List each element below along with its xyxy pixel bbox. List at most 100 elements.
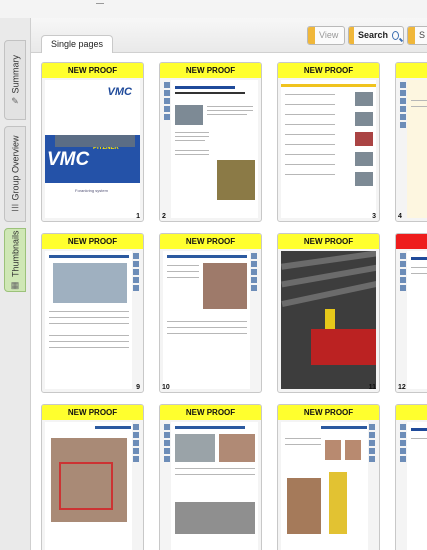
text-line (285, 94, 335, 95)
text-line (49, 323, 129, 324)
page-preview (399, 422, 427, 550)
page-side-strip (399, 422, 407, 550)
photo-detail (311, 329, 376, 365)
cover-photo: VMC PITZNER (45, 135, 140, 183)
text-line (175, 150, 209, 151)
page-preview (45, 251, 140, 389)
thumbnail-page-1[interactable]: NEW PROOF VMC VMC PITZNER Forankring sys… (41, 62, 144, 222)
text-line (207, 114, 247, 115)
text-line (411, 438, 427, 439)
thumbnail-page-row3-2[interactable]: NEW PROOF (159, 404, 262, 550)
thumbnail-page-12[interactable]: CO 12 (395, 233, 427, 393)
page-number: 1 (136, 213, 140, 220)
status-banner: NEW PROOF (42, 234, 143, 249)
thumbnail-page-row3-4[interactable]: NE (395, 404, 427, 550)
top-bar (0, 0, 427, 19)
page-side-strip (132, 422, 140, 550)
search-button-label: Search (357, 30, 389, 40)
tab-summary[interactable]: ✎ Summary (4, 40, 26, 120)
status-banner: NEW PROOF (278, 234, 379, 249)
search-button[interactable]: Search (348, 26, 404, 45)
thumbnail-page-9[interactable]: NEW PROOF 9 (41, 233, 144, 393)
heading-line (411, 257, 427, 260)
status-banner: NE (396, 405, 427, 420)
text-line (49, 347, 129, 348)
tab-thumbnails-label: Thumbnails (10, 230, 20, 278)
third-button-cap (408, 27, 415, 44)
page-preview (163, 251, 258, 389)
photo (175, 105, 203, 125)
page-preview (281, 422, 376, 550)
page-side-strip (399, 80, 407, 218)
status-banner: CO (396, 234, 427, 249)
main-panel: Single pages View Search S NEW PROOF VMC… (31, 18, 427, 550)
photo (345, 440, 361, 460)
third-toolbar-button[interactable]: S (407, 26, 427, 45)
tab-single-pages[interactable]: Single pages (41, 35, 114, 53)
tab-thumbnails[interactable]: ▦ Thumbnails (4, 228, 26, 292)
text-line (49, 335, 129, 336)
group-icon: ☰ (10, 203, 20, 214)
photo (355, 132, 373, 146)
page-number: 4 (398, 213, 402, 220)
text-line (411, 100, 427, 101)
text-line (49, 341, 129, 342)
status-banner: NEW PROOF (160, 234, 261, 249)
text-line (175, 140, 205, 141)
text-line (285, 114, 335, 115)
text-line (207, 106, 253, 107)
status-banner: NE (396, 63, 427, 78)
cover-footer: Forankring system (75, 188, 108, 193)
text-line (285, 134, 335, 135)
text-line (49, 311, 129, 312)
page-number: 12 (398, 384, 406, 391)
page-side-strip (368, 422, 376, 550)
text-line (167, 271, 199, 272)
page-preview (163, 80, 258, 218)
page-side-strip (163, 80, 171, 218)
page-preview (281, 80, 376, 218)
page-preview (163, 422, 258, 550)
text-line (411, 106, 427, 107)
text-line (167, 265, 199, 266)
cover-brand: VMC (47, 149, 90, 170)
photo (355, 152, 373, 166)
tab-group-overview-label: Group Overview (10, 135, 20, 201)
heading-line (175, 92, 245, 94)
text-line (175, 154, 209, 155)
photo (355, 172, 373, 186)
status-banner: NEW PROOF (42, 63, 143, 78)
view-button-label: View (319, 30, 339, 40)
photo (329, 472, 347, 534)
thumbnail-grid: NEW PROOF VMC VMC PITZNER Forankring sys… (31, 52, 427, 550)
photo (219, 434, 255, 462)
text-line (285, 438, 321, 439)
text-line (285, 174, 335, 175)
page-preview (399, 80, 427, 218)
status-banner: NEW PROOF (278, 63, 379, 78)
tab-group-overview[interactable]: ☰ Group Overview (4, 126, 26, 222)
text-line (285, 444, 321, 445)
page-number: 9 (136, 384, 140, 391)
thumbnail-page-10[interactable]: NEW PROOF 10 (159, 233, 262, 393)
page-number: 3 (372, 213, 376, 220)
page-side-strip (250, 251, 258, 389)
photo-detail (325, 309, 335, 329)
text-line (411, 273, 427, 274)
page-side-strip (132, 251, 140, 389)
page-number: 10 (162, 384, 170, 391)
thumbnail-page-row3-1[interactable]: NEW PROOF (41, 404, 144, 550)
thumbnail-page-11[interactable]: NEW PROOF 11 (277, 233, 380, 393)
view-button[interactable]: View (307, 26, 345, 45)
thumbnail-page-row3-3[interactable]: NEW PROOF (277, 404, 380, 550)
thumbnail-page-3[interactable]: NEW PROOF 3 (277, 62, 380, 222)
page-preview: VMC VMC PITZNER Forankring system (45, 80, 140, 218)
tab-summary-label: Summary (10, 54, 20, 94)
summary-icon: ✎ (11, 95, 19, 106)
text-line (175, 474, 255, 475)
thumbnail-page-2[interactable]: NEW PROOF 2 (159, 62, 262, 222)
page-preview (281, 251, 376, 389)
header-band (281, 84, 376, 87)
thumbnail-page-4[interactable]: NE 4 (395, 62, 427, 222)
thumbnails-icon: ▦ (10, 279, 20, 290)
